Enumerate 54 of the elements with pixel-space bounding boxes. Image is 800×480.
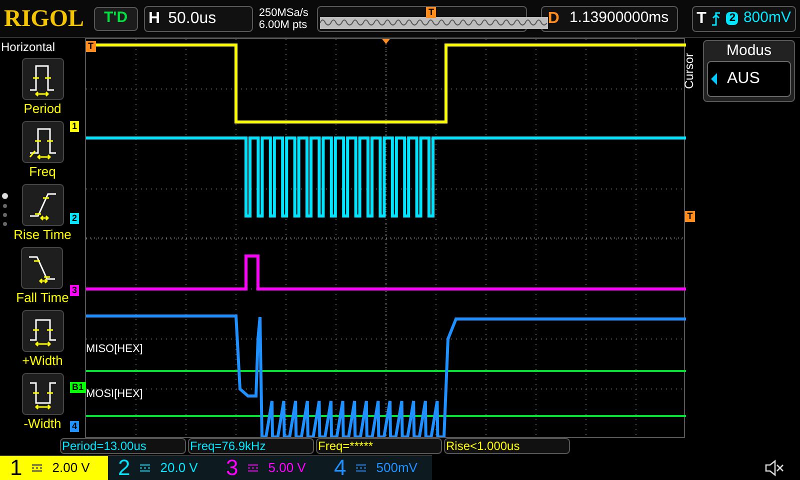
measurement-readout: Freq=76.9kHz <box>188 438 314 454</box>
delay-label: D <box>548 8 560 28</box>
trigger-position-marker: T <box>426 6 436 18</box>
sample-rate: 250MSa/s <box>258 6 310 18</box>
mode-selector[interactable]: AUS <box>707 61 791 97</box>
channel-tab[interactable]: 4 500mV <box>324 455 432 480</box>
timebase-value: 50.0us <box>168 8 216 28</box>
field-label: Modus <box>726 41 772 61</box>
channel-tab[interactable]: 2 20.0 V <box>108 455 216 480</box>
menu-title: Horizontal <box>1 39 56 55</box>
delay-value: 1.13900000ms <box>569 8 669 28</box>
dc-coupling-icon <box>248 464 258 472</box>
panel-title: Cursor <box>681 53 697 89</box>
measure-button[interactable] <box>22 310 64 352</box>
channel-marker[interactable]: B1 <box>70 382 86 393</box>
dc-coupling-icon <box>356 464 366 472</box>
delay-box[interactable]: D 1.13900000ms <box>540 6 678 32</box>
timebase-box[interactable]: H 50.0us <box>144 6 253 32</box>
channel-marker[interactable]: 4 <box>70 421 80 432</box>
trigger-label: T <box>696 8 706 28</box>
channel-marker[interactable]: 2 <box>70 213 80 224</box>
measure-button[interactable] <box>22 184 64 226</box>
measure-label: +Width <box>22 352 63 370</box>
memory-depth: 6.00M pts <box>258 18 308 30</box>
trigger-source-badge: 2 <box>726 12 738 25</box>
dc-coupling-icon <box>140 464 150 472</box>
measure-label: -Width <box>24 415 62 433</box>
measure-label: Period <box>24 100 62 118</box>
measurement-readout: Rise<1.000us <box>444 438 570 454</box>
timebase-label: H <box>148 8 160 28</box>
measurement-readout: Freq=***** <box>316 438 442 454</box>
run-status[interactable]: T'D <box>94 6 138 30</box>
measure-label: Fall Time <box>16 289 69 307</box>
channel-tab[interactable]: 3 5.00 V <box>216 455 324 480</box>
channel-marker[interactable]: 3 <box>70 285 80 296</box>
measure-label: Freq <box>29 163 56 181</box>
measure-button[interactable] <box>22 58 64 100</box>
trigger-level: 800mV <box>743 8 791 28</box>
logo: RIGOL <box>4 6 84 30</box>
channel-tab[interactable]: 1 2.00 V <box>0 455 108 480</box>
bus-label: MISO[HEX] <box>86 342 143 357</box>
measure-button[interactable] <box>22 121 64 163</box>
measure-button[interactable] <box>21 247 64 289</box>
bus-label: MOSI[HEX] <box>86 387 143 402</box>
trigger-level-marker: T <box>685 211 695 222</box>
measure-button[interactable] <box>22 373 64 415</box>
channel-marker[interactable]: 1 <box>70 121 80 132</box>
left-arrow-icon <box>711 73 717 85</box>
channel-marker[interactable]: T <box>86 41 96 52</box>
mute-icon <box>764 458 784 476</box>
dc-coupling-icon <box>32 464 42 472</box>
trigger-box[interactable]: T 2 800mV <box>692 6 796 32</box>
measurement-readout: Period=13.00us <box>60 438 186 454</box>
measure-label: Rise Time <box>14 226 72 244</box>
